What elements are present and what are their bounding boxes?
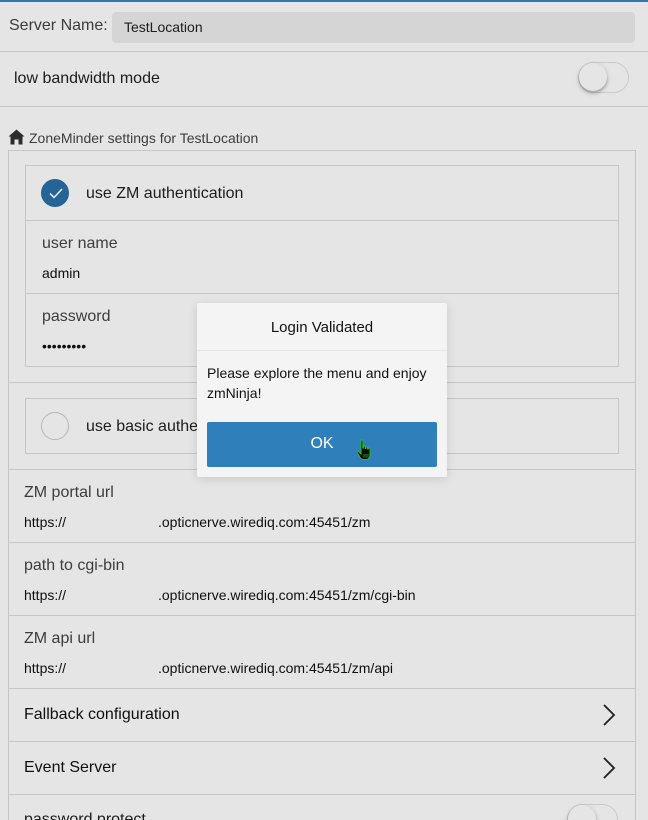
settings-page: Server Name: TestLocation low bandwidth … xyxy=(0,0,648,820)
dialog-message: Please explore the menu and enjoy zmNinj… xyxy=(207,365,427,401)
ok-button[interactable]: OK xyxy=(207,422,437,467)
hand-cursor-icon xyxy=(356,439,371,460)
login-validated-dialog: Login Validated Please explore the menu … xyxy=(197,303,447,477)
dialog-title: Login Validated xyxy=(197,303,447,351)
